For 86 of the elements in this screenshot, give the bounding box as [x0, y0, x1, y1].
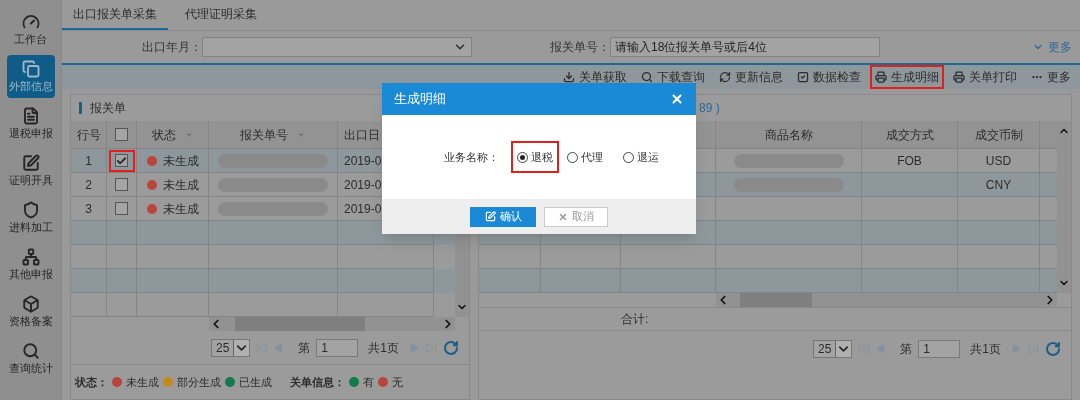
sidebar-item[interactable]: 外部信息 [6, 55, 55, 98]
dialog-title: 生成明细 [394, 90, 446, 109]
legend-text: 未生成 [126, 374, 159, 390]
page-total: 共1页 [970, 341, 1001, 358]
sidebar-item[interactable]: 查询统计 [6, 337, 55, 380]
sidebar-item[interactable]: 资格备案 [6, 290, 55, 333]
tab[interactable]: 代理证明采集 [168, 0, 274, 30]
checkbox[interactable] [115, 128, 128, 141]
status-text: 未生成 [163, 176, 199, 194]
date-cell-text: 2019-0 [344, 176, 382, 194]
row-number: 3 [85, 200, 92, 218]
table-cell-text: USD [985, 152, 1012, 170]
close-icon[interactable] [670, 92, 684, 106]
panel-title: 报关单 [90, 100, 126, 117]
chevron-down-icon [835, 341, 852, 357]
gauge-icon [21, 12, 40, 31]
reload-icon[interactable] [443, 339, 459, 356]
checkbox-icon [797, 71, 809, 83]
search-icon [641, 71, 653, 83]
status-text: 未生成 [163, 152, 199, 170]
shield-icon [21, 200, 40, 219]
page-total: 共1页 [368, 339, 399, 357]
windows-icon [21, 59, 40, 78]
page-field[interactable]: 1 [316, 338, 359, 357]
table-cell-text: FOB [897, 152, 922, 170]
sidebar-item[interactable]: 工作台 [6, 8, 55, 51]
page-label: 第 [900, 341, 913, 358]
legend-text: 有 [363, 374, 374, 390]
tab[interactable]: 出口报关单采集 [62, 0, 168, 30]
sidebar-item[interactable]: 证明开具 [6, 149, 55, 192]
toolbar-button[interactable]: 生成明细 [870, 65, 944, 89]
page-field[interactable]: 1 [918, 340, 961, 358]
legend-text: 无 [392, 374, 403, 390]
radio-option[interactable]: 退税 [511, 141, 559, 173]
row-number: 1 [85, 152, 92, 170]
hierarchy-icon [21, 247, 40, 266]
legend-label: 关单信息： [290, 374, 345, 390]
confirm-button[interactable]: 确认 [470, 206, 536, 227]
sidebar-item[interactable]: 退税申报 [6, 102, 55, 145]
field-label: 报关单号： [550, 38, 610, 56]
page-size-select[interactable]: 25 [812, 340, 853, 358]
field-label: 出口年月： [142, 38, 202, 56]
total-label: 合计: [621, 311, 649, 328]
close-icon [558, 211, 568, 222]
column-header[interactable]: 状态 [151, 125, 176, 144]
panel-title-fragment: 89 ) [699, 100, 720, 117]
chevron-down-icon [233, 339, 250, 356]
horizontal-scrollbar[interactable] [716, 293, 1057, 307]
edit-icon [484, 211, 496, 222]
date-cell-text: 2019-0 [344, 152, 382, 170]
page-label: 第 [298, 339, 311, 357]
toolbar-button[interactable]: 下载查询 [636, 65, 710, 89]
cancel-button[interactable]: 取消 [544, 206, 608, 227]
row-number: 2 [85, 176, 92, 194]
page-size-select[interactable]: 25 [210, 338, 251, 357]
toolbar-button[interactable]: 更多 [1026, 65, 1076, 89]
toolbar-button[interactable]: 关单获取 [558, 65, 632, 89]
search-icon [21, 341, 40, 360]
refresh-icon [719, 71, 731, 83]
date-cell-text: 2019-0 [344, 200, 382, 218]
toolbar-button[interactable]: 数据检查 [792, 65, 866, 89]
reload-icon[interactable] [1045, 341, 1061, 357]
edit-icon [21, 153, 40, 172]
legend-label: 状态： [75, 374, 108, 390]
download-icon [563, 71, 575, 83]
toolbar-button[interactable]: 更新信息 [714, 65, 788, 89]
legend-text: 已生成 [239, 374, 272, 390]
column-header[interactable]: 行号 [76, 125, 101, 144]
table-cell-text: CNY [985, 176, 1012, 194]
checkbox[interactable] [108, 149, 135, 172]
cube-icon [21, 294, 40, 313]
printer-icon [953, 71, 965, 83]
check-icon [116, 154, 127, 167]
document-icon [21, 106, 40, 125]
toolbar-button[interactable]: 关单打印 [948, 65, 1022, 89]
sidebar-item[interactable]: 其他申报 [6, 243, 55, 286]
printer-icon [875, 71, 887, 83]
month-select[interactable] [202, 36, 472, 57]
status-text: 未生成 [163, 200, 199, 218]
legend-text: 部分生成 [177, 374, 221, 390]
declaration-number-field[interactable]: 请输入18位报关单号或后4位 [610, 36, 880, 57]
horizontal-scrollbar[interactable] [209, 317, 455, 331]
vertical-scrollbar[interactable] [1057, 121, 1071, 293]
column-header[interactable]: 出口日 [344, 125, 380, 144]
sidebar-item[interactable]: 进料加工 [6, 196, 55, 239]
column-header[interactable]: 报关单号 [240, 125, 288, 144]
